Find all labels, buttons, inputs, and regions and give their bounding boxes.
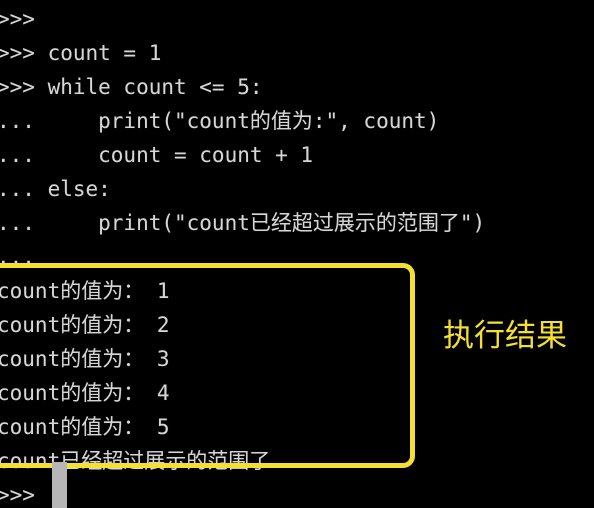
console-line: >>> (0, 483, 35, 507)
console-line: count已经超过展示的范围了 (0, 449, 271, 473)
console-line: ... count = count + 1 (0, 143, 314, 167)
console-line: count的值为： 5 (0, 415, 170, 439)
console-line: ... else: (0, 177, 111, 201)
console-line: ... (0, 245, 35, 269)
console-line: >>> (0, 7, 48, 31)
console-line: >>> while count <= 5: (0, 75, 263, 99)
console-output-area: >>> >>> count = 1 >>> while count <= 5: … (0, 2, 594, 508)
console-line: ... print("count的值为:", count) (0, 109, 440, 133)
console-line: count的值为： 1 (0, 279, 170, 303)
text-cursor (52, 462, 67, 508)
console-line: ... print("count已经超过展示的范围了") (0, 211, 486, 235)
annotation-label: 执行结果 (443, 318, 567, 354)
console-line: count的值为： 4 (0, 381, 170, 405)
console-line: >>> count = 1 (0, 41, 162, 65)
python-repl-terminal[interactable]: >>> >>> count = 1 >>> while count <= 5: … (0, 0, 594, 508)
